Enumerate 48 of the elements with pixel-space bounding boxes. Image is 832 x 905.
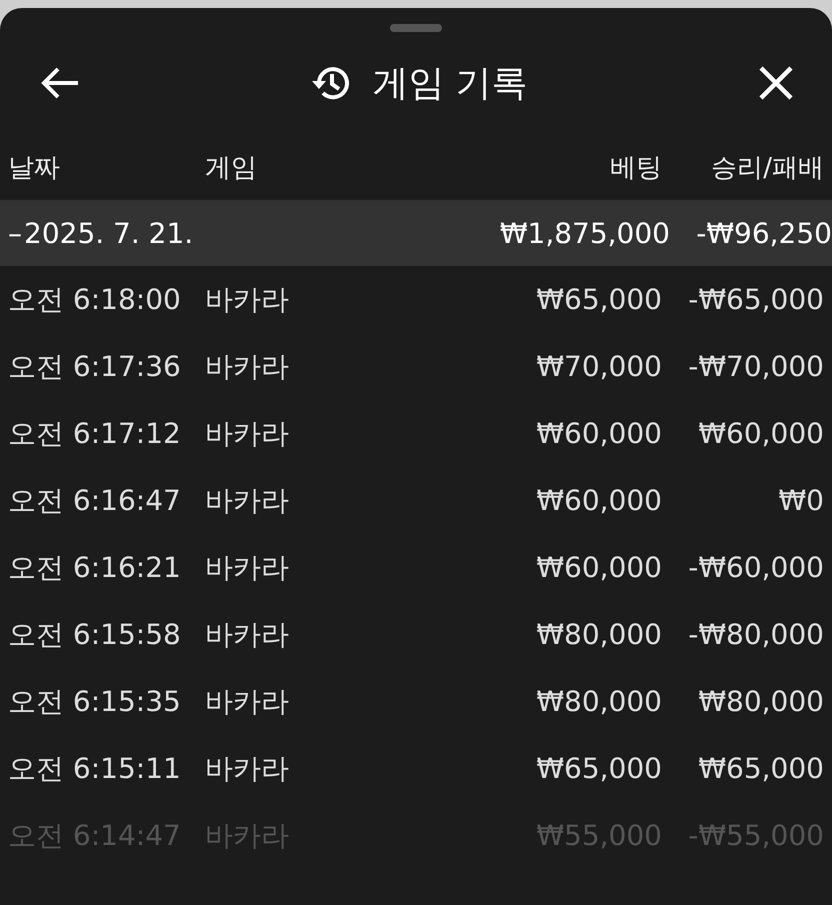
table-cell-text: 오전 6:16:47 (7, 482, 182, 518)
table-cell-text: ₩0 (778, 484, 825, 517)
column-header: 승리/패배 (710, 152, 825, 184)
column-header: 베팅 (609, 152, 663, 184)
table-cell-text: ₩60,000 (535, 484, 663, 517)
table-cell-text: -₩65,000 (687, 283, 825, 316)
column-header: 날짜 (7, 152, 61, 184)
table-cell-text: 바카라 (204, 684, 290, 720)
table-cell-text: ₩80,000 (697, 685, 825, 718)
table-cell-text: -₩80,000 (687, 618, 825, 651)
table-cell-text: 바카라 (204, 750, 290, 786)
table-cell-text: ₩65,000 (535, 283, 663, 316)
table-cell-text: 오전 6:17:12 (7, 416, 182, 452)
group-date: 2025. 7. 21. (24, 216, 194, 250)
table-cell-text: ₩65,000 (697, 752, 825, 785)
table-cell-text: 바카라 (204, 416, 290, 452)
table-cell-text: ₩65,000 (535, 752, 663, 785)
table-cell-text: ₩60,000 (697, 417, 825, 450)
window-title: 게임 기록 (372, 62, 528, 106)
table-cell-text: 바카라 (204, 482, 290, 518)
column-header: 게임 (204, 152, 258, 184)
table-cell-text: ₩60,000 (535, 551, 663, 584)
table-cell-text: 바카라 (204, 348, 290, 384)
close-icon[interactable] (758, 65, 794, 101)
table-cell-text: 오전 6:15:35 (7, 684, 182, 720)
table-cell-text: ₩1,875,000 (498, 216, 670, 250)
table-cell-text: 오전 6:17:36 (7, 348, 182, 384)
table-cell-text: -₩70,000 (687, 350, 825, 383)
table-cell-text: 오전 6:15:58 (7, 616, 182, 652)
table-cell-text: -₩96,250 (695, 216, 832, 250)
table-cell-text: -₩60,000 (687, 551, 825, 584)
table-cell-text: 오전 6:14:47 (7, 818, 182, 854)
collapse-toggle[interactable]: – (8, 216, 22, 250)
table-cell-text: 바카라 (204, 818, 290, 854)
table-cell-text: ₩80,000 (535, 685, 663, 718)
table-cell-text: ₩60,000 (535, 417, 663, 450)
table-cell-text: 바카라 (204, 616, 290, 652)
table-cell-text: ₩80,000 (535, 618, 663, 651)
table-cell-text: 오전 6:18:00 (7, 282, 182, 318)
drag-handle[interactable] (390, 24, 442, 32)
table-cell-text: 바카라 (204, 282, 290, 318)
back-arrow-icon[interactable] (40, 67, 80, 99)
table-cell-text: ₩70,000 (535, 350, 663, 383)
table-cell-text: 오전 6:16:21 (7, 550, 182, 586)
table-cell-text: 오전 6:15:11 (7, 750, 182, 786)
table-cell-text: 바카라 (204, 550, 290, 586)
table-cell-text: -₩55,000 (687, 819, 825, 852)
table-cell-text: ₩55,000 (535, 819, 663, 852)
